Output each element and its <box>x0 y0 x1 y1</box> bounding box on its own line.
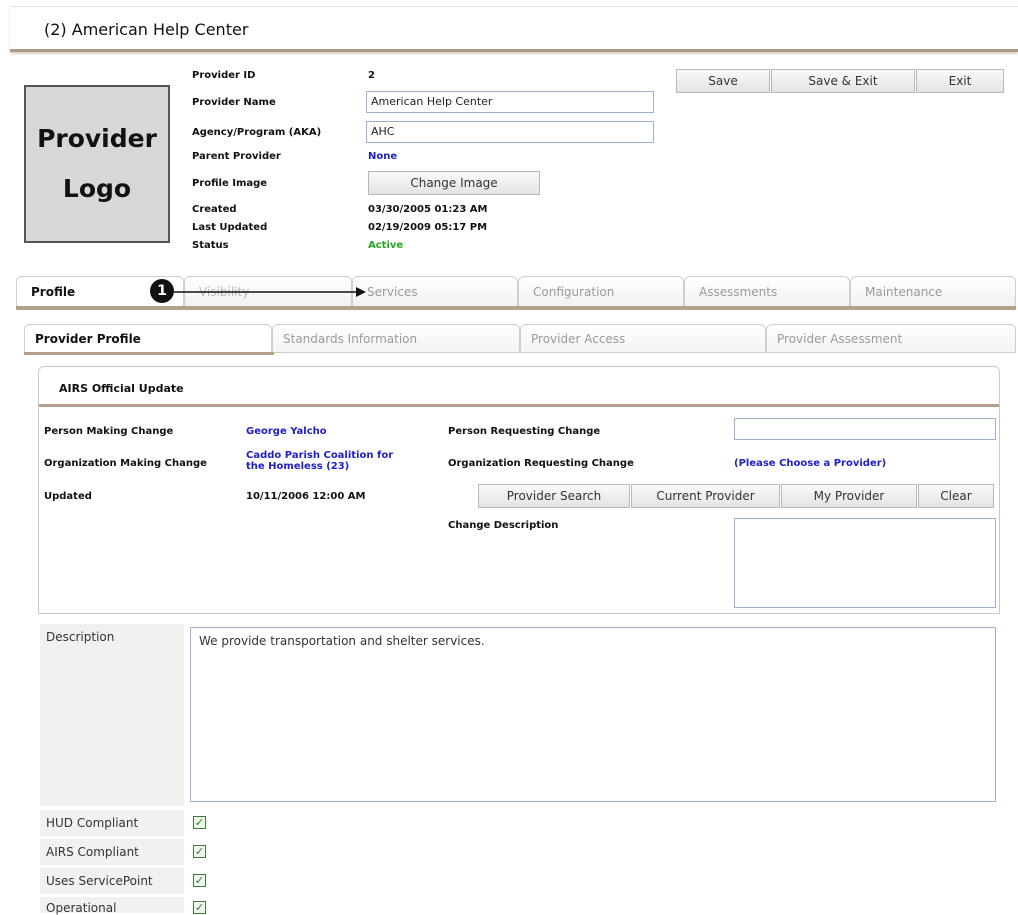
last-updated-value: 02/19/2009 05:17 PM <box>368 222 488 233</box>
annotation-arrow <box>174 287 366 297</box>
parent-provider-link[interactable]: None <box>368 151 397 162</box>
org-making-change-line-1: Caddo Parish Coalition for <box>246 450 394 461</box>
aka-field[interactable]: AHC <box>366 121 654 143</box>
uses-servicepoint-label: Uses ServicePoint <box>40 868 184 894</box>
person-requesting-change-label: Person Requesting Change <box>448 426 601 437</box>
airs-compliant-checkbox[interactable]: ✓ <box>193 845 206 858</box>
subtab-provider-assessment[interactable]: Provider Assessment <box>766 324 1016 352</box>
change-description-label: Change Description <box>448 520 559 531</box>
current-provider-button[interactable]: Current Provider <box>631 484 780 508</box>
profile-image-label: Profile Image <box>192 178 268 189</box>
provider-name-label: Provider Name <box>192 97 276 108</box>
parent-provider-label: Parent Provider <box>192 151 281 162</box>
description-label: Description <box>40 624 184 806</box>
airs-updated-value: 10/11/2006 12:00 AM <box>246 491 366 502</box>
org-making-change-link[interactable]: Caddo Parish Coalition for the Homeless … <box>246 450 393 472</box>
provider-id-value: 2 <box>368 70 375 81</box>
operational-checkbox[interactable]: ✓ <box>193 901 206 914</box>
org-making-change-line-2: the Homeless (23) <box>246 461 350 472</box>
save-button[interactable]: Save <box>676 69 770 93</box>
org-making-change-label: Organization Making Change <box>44 458 207 469</box>
tab-services[interactable]: Services <box>352 276 518 306</box>
subtab-provider-profile[interactable]: Provider Profile <box>24 324 272 352</box>
person-making-change-link[interactable]: George Yalcho <box>246 426 327 437</box>
change-image-button[interactable]: Change Image <box>368 171 540 195</box>
status-value: Active <box>368 240 404 251</box>
subtab-standards-information[interactable]: Standards Information <box>272 324 520 352</box>
operational-label: Operational <box>40 897 184 915</box>
airs-updated-label: Updated <box>44 491 92 502</box>
subtab-underline <box>24 352 274 355</box>
annotation-badge: 1 <box>150 279 174 303</box>
hud-compliant-label: HUD Compliant <box>40 810 184 836</box>
tab-underline <box>16 306 1016 310</box>
clear-button[interactable]: Clear <box>918 484 994 508</box>
description-textarea[interactable]: We provide transportation and shelter se… <box>190 627 996 802</box>
provider-logo: Provider Logo <box>24 85 170 243</box>
choose-provider-link[interactable]: (Please Choose a Provider) <box>734 458 886 469</box>
person-making-change-label: Person Making Change <box>44 426 174 437</box>
tab-assessments[interactable]: Assessments <box>684 276 850 306</box>
logo-line-2: Logo <box>62 174 132 203</box>
created-label: Created <box>192 204 237 215</box>
hud-compliant-checkbox[interactable]: ✓ <box>193 816 206 829</box>
airs-compliant-label: AIRS Compliant <box>40 839 184 865</box>
created-value: 03/30/2005 01:23 AM <box>368 204 488 215</box>
last-updated-label: Last Updated <box>192 222 268 233</box>
change-description-textarea[interactable] <box>734 518 996 608</box>
subtab-provider-access[interactable]: Provider Access <box>520 324 766 352</box>
status-label: Status <box>192 240 229 251</box>
subtab-baseline <box>274 352 1016 353</box>
save-exit-button[interactable]: Save & Exit <box>771 69 915 93</box>
aka-label: Agency/Program (AKA) <box>192 127 322 138</box>
airs-panel-title: AIRS Official Update <box>59 382 184 395</box>
org-requesting-change-label: Organization Requesting Change <box>448 458 634 469</box>
provider-id-label: Provider ID <box>192 70 256 81</box>
window-title: (2) American Help Center <box>44 20 249 39</box>
tab-maintenance[interactable]: Maintenance <box>850 276 1016 306</box>
provider-search-button[interactable]: Provider Search <box>478 484 630 508</box>
person-requesting-change-field[interactable] <box>734 418 996 440</box>
my-provider-button[interactable]: My Provider <box>781 484 917 508</box>
exit-button[interactable]: Exit <box>916 69 1004 93</box>
uses-servicepoint-checkbox[interactable]: ✓ <box>193 874 206 887</box>
logo-line-1: Provider <box>37 124 157 153</box>
provider-name-field[interactable]: American Help Center <box>366 91 654 113</box>
tab-configuration[interactable]: Configuration <box>518 276 684 306</box>
